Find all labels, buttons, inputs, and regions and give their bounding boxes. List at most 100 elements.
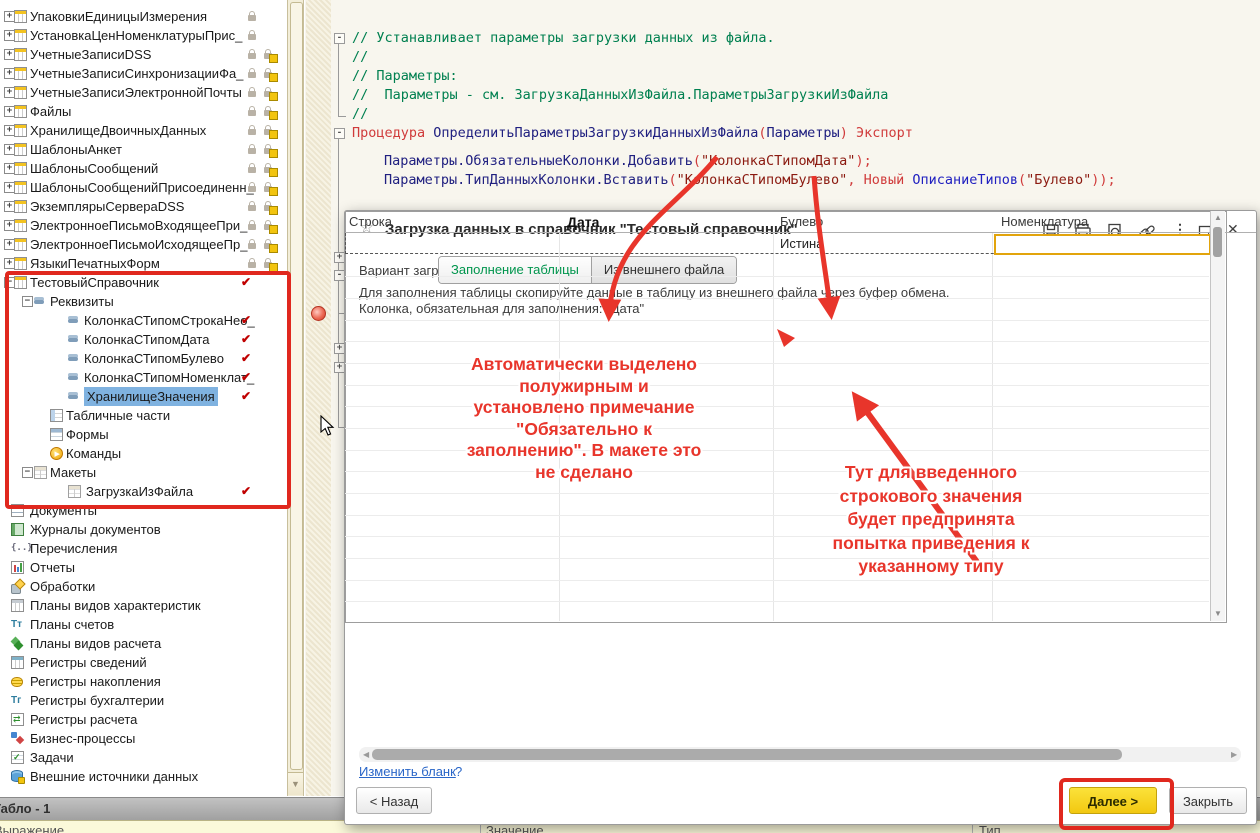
tree-item[interactable]: +ХранилищеДвоичныхДанных <box>0 121 287 140</box>
tree-item[interactable]: +ШаблоныАнкет <box>0 140 287 159</box>
scroll-right-icon[interactable]: ▶ <box>1231 750 1237 759</box>
lock-icon <box>248 205 256 211</box>
tree-item[interactable]: Журналы документов <box>0 520 287 539</box>
calcreg-icon <box>11 713 24 726</box>
tree-item[interactable]: Планы счетов <box>0 615 287 634</box>
tree-item[interactable]: Отчеты <box>0 558 287 577</box>
tree-item[interactable]: +УстановкаЦенНоменклатурыПрис_ <box>0 26 287 45</box>
tree-item[interactable]: Регистры сведений <box>0 653 287 672</box>
bp-icon <box>11 732 24 745</box>
accountingreg-icon <box>11 694 24 707</box>
column-header-3[interactable]: Булево <box>780 211 823 233</box>
lock-icon <box>248 34 256 40</box>
table-header: Строка Дата Булево Номенклатура <box>345 211 1256 233</box>
edit-blank-link[interactable]: Изменить бланк <box>359 764 456 779</box>
catalog-icon <box>14 162 27 175</box>
tree-item[interactable]: +УчетныеЗаписиЭлектроннойПочты <box>0 83 287 102</box>
tree-item[interactable]: Задачи <box>0 748 287 767</box>
configurator-window: // Устанавливает параметры загрузки данн… <box>0 0 1260 833</box>
tree-item-label: Отчеты <box>30 558 75 577</box>
lock-icon <box>248 262 256 268</box>
tree-item-label: Регистры сведений <box>30 653 147 672</box>
lock-icon <box>248 186 256 192</box>
scrollbar-thumb[interactable] <box>372 749 1122 760</box>
tree-item[interactable]: +ЭкземплярыСервераDSS <box>0 197 287 216</box>
tree-item-label: ЭлектронноеПисьмоВходящееПри_ <box>30 216 247 235</box>
row-gridline <box>345 406 1209 407</box>
tree-item-label: Планы видов характеристик <box>30 596 201 615</box>
row-gridline <box>345 471 1209 472</box>
code-line: Параметры.ОбязательныеКолонки.Добавить("… <box>384 152 872 171</box>
tab-from-external-file[interactable]: Из внешнего файла <box>591 257 736 283</box>
tree-item-label: Файлы <box>30 102 71 121</box>
tree-item[interactable]: Внешние источники данных <box>0 767 287 786</box>
fold-line <box>338 44 339 116</box>
row-gridline <box>345 493 1209 494</box>
catalog-icon <box>14 67 27 80</box>
tree-item-label: УстановкаЦенНоменклатурыПрис_ <box>30 26 242 45</box>
tree-item[interactable]: Обработки <box>0 577 287 596</box>
lock-icon <box>248 53 256 59</box>
tree-item[interactable]: Регистры бухгалтерии <box>0 691 287 710</box>
column-header-2[interactable]: Дата <box>567 211 599 233</box>
row-gridline <box>345 428 1209 429</box>
tree-item[interactable]: +ЭлектронноеПисьмоВходящееПри_ <box>0 216 287 235</box>
tree-item[interactable]: +Файлы <box>0 102 287 121</box>
dataprocessors-icon <box>11 580 24 593</box>
annotation-rect-next-button <box>1059 778 1174 830</box>
tree-item[interactable]: +УчетныеЗаписиСинхронизацииФа_ <box>0 64 287 83</box>
enums-icon <box>11 542 24 555</box>
tree-item[interactable]: +ШаблоныСообщенийПрисоединенн_ <box>0 178 287 197</box>
breakpoint-marker[interactable] <box>311 306 326 321</box>
load-variant-switch: Заполнение таблицы Из внешнего файла <box>438 256 737 284</box>
tree-item[interactable]: Бизнес-процессы <box>0 729 287 748</box>
catalog-icon <box>14 124 27 137</box>
close-button[interactable]: Закрыть <box>1169 787 1247 814</box>
row-gridline <box>345 450 1209 451</box>
column-header-1[interactable]: Строка <box>349 211 392 233</box>
extension-cube-icon <box>269 244 278 253</box>
scrollbar-thumb[interactable] <box>1213 227 1222 257</box>
table-hscrollbar[interactable]: ◀ ▶ <box>359 747 1241 762</box>
fold-minus-icon[interactable]: - <box>334 128 345 139</box>
column-header-4[interactable]: Номенклатура <box>1001 211 1088 233</box>
scroll-left-icon[interactable]: ◀ <box>363 750 369 759</box>
tree-item[interactable]: +ШаблоныСообщений <box>0 159 287 178</box>
tree-item[interactable]: +УчетныеЗаписиDSS <box>0 45 287 64</box>
tree-item-label: УчетныеЗаписиЭлектроннойПочты <box>30 83 242 102</box>
help-icon[interactable]: ? <box>455 764 462 779</box>
tree-item[interactable]: Планы видов характеристик <box>0 596 287 615</box>
tablo-col-expression: Выражение <box>0 823 64 833</box>
fold-minus-icon[interactable]: - <box>334 33 345 44</box>
tree-item[interactable]: +УпаковкиЕдиницыИзмерения <box>0 7 287 26</box>
tree-item[interactable]: Перечисления <box>0 539 287 558</box>
extds-icon <box>11 770 23 782</box>
table-vscrollbar[interactable]: ▲ ▼ <box>1210 211 1225 621</box>
back-button[interactable]: < Назад <box>356 787 432 814</box>
tree-item[interactable]: Регистры расчета <box>0 710 287 729</box>
tree-item[interactable]: Регистры накопления <box>0 672 287 691</box>
catalog-icon <box>14 48 27 61</box>
tree-item-label: Перечисления <box>30 539 117 558</box>
extension-cube-icon <box>269 168 278 177</box>
scrollbar-thumb[interactable] <box>290 2 303 770</box>
scroll-up-icon[interactable]: ▲ <box>1214 213 1222 222</box>
extension-cube-icon <box>269 149 278 158</box>
code-line: // <box>352 48 368 67</box>
catalog-icon <box>14 143 27 156</box>
scroll-down-icon[interactable]: ▼ <box>1214 609 1222 618</box>
tab-fill-table[interactable]: Заполнение таблицы <box>439 257 591 283</box>
tree-item-label: Регистры расчета <box>30 710 137 729</box>
tree-item-label: ШаблоныСообщенийПрисоединенн_ <box>30 178 254 197</box>
tree-item-label: Задачи <box>30 748 74 767</box>
cell-nomenclature-selected[interactable] <box>994 234 1211 255</box>
scroll-down-icon[interactable]: ▼ <box>288 772 303 795</box>
tree-item[interactable]: Планы видов расчета <box>0 634 287 653</box>
cell-boolean-value[interactable]: Истина <box>780 233 823 254</box>
tree-item[interactable]: +ЭлектронноеПисьмоИсходящееПр_ <box>0 235 287 254</box>
extension-cube-icon <box>269 73 278 82</box>
breakpoint-gutter[interactable] <box>306 0 331 796</box>
code-line: // Параметры - см. ЗагрузкаДанныхИзФайла… <box>352 86 888 105</box>
fold-line <box>338 139 339 428</box>
catalog-icon <box>14 10 27 23</box>
